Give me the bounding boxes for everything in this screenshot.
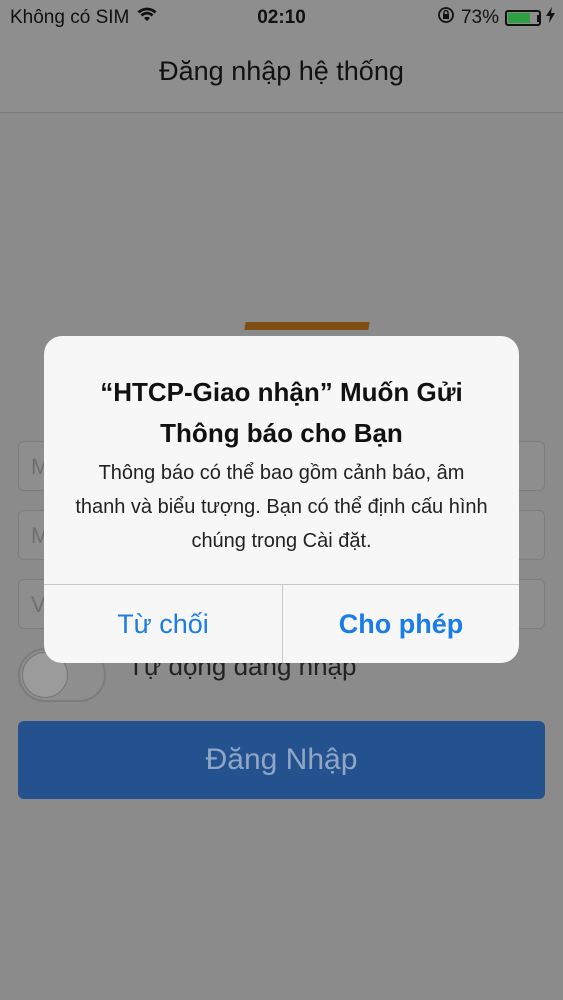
battery-icon xyxy=(505,10,541,26)
alert-message: Thông báo có thể bao gồm cảnh báo, âm th… xyxy=(75,462,488,552)
notification-permission-alert: “HTCP-Giao nhận” Muốn Gửi Thông báo cho … xyxy=(44,336,519,663)
battery-fill xyxy=(508,13,530,23)
alert-title: “HTCP-Giao nhận” Muốn Gửi Thông báo cho … xyxy=(100,377,463,448)
login-button[interactable]: Đăng Nhập xyxy=(18,721,545,799)
app-logo xyxy=(244,322,370,330)
nav-bar: Đăng nhập hệ thống xyxy=(0,36,563,113)
rotation-lock-icon xyxy=(437,6,455,30)
battery-percent: 73% xyxy=(460,7,499,28)
charging-icon xyxy=(546,7,555,29)
status-bar: Không có SIM 02:10 73% xyxy=(0,0,563,36)
status-right: 73% xyxy=(437,6,555,30)
deny-button[interactable]: Từ chối xyxy=(44,585,282,663)
allow-button[interactable]: Cho phép xyxy=(283,585,519,663)
page-title: Đăng nhập hệ thống xyxy=(159,56,404,86)
